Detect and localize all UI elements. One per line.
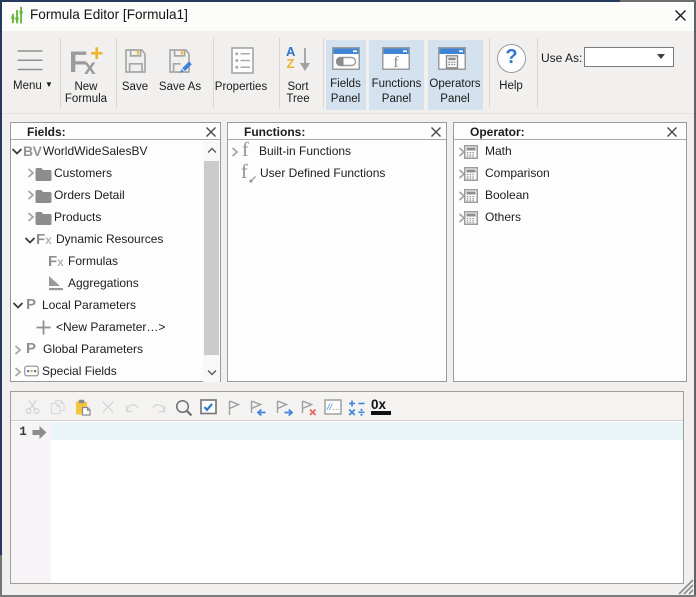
svg-text:...: ... [333,402,341,412]
svg-text:f: f [393,54,399,70]
